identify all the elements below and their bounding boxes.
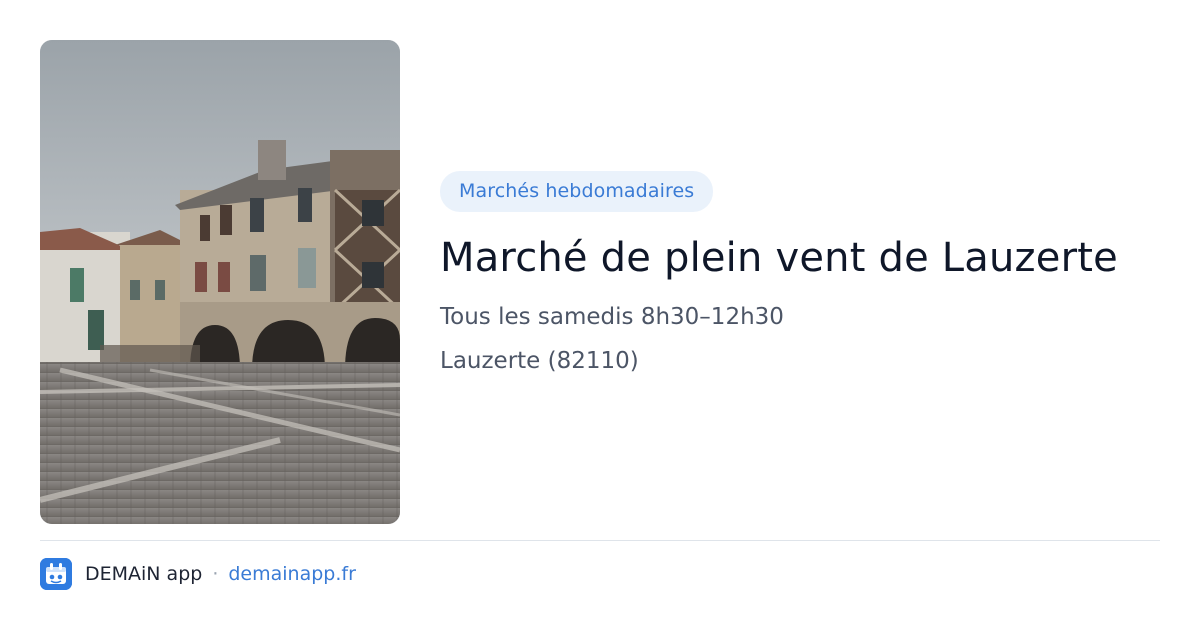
market-square-photo <box>40 40 400 524</box>
footer-divider <box>40 540 1160 541</box>
brand-name: DEMAiN app <box>85 563 203 585</box>
event-title: Marché de plein vent de Lauzerte <box>440 235 1118 281</box>
event-location: Lauzerte (82110) <box>440 348 639 374</box>
category-badge[interactable]: Marchés hebdomadaires <box>440 171 714 212</box>
share-card: Marchés hebdomadaires Marché de plein ve… <box>0 0 1200 630</box>
event-details: Marchés hebdomadaires Marché de plein ve… <box>440 171 1160 375</box>
event-schedule: Tous les samedis 8h30–12h30 <box>440 304 784 330</box>
footer: DEMAiN app · demainapp.fr <box>40 558 356 590</box>
footer-separator: · <box>212 563 219 585</box>
website-link[interactable]: demainapp.fr <box>228 563 356 585</box>
demain-app-logo-icon[interactable] <box>40 558 72 590</box>
